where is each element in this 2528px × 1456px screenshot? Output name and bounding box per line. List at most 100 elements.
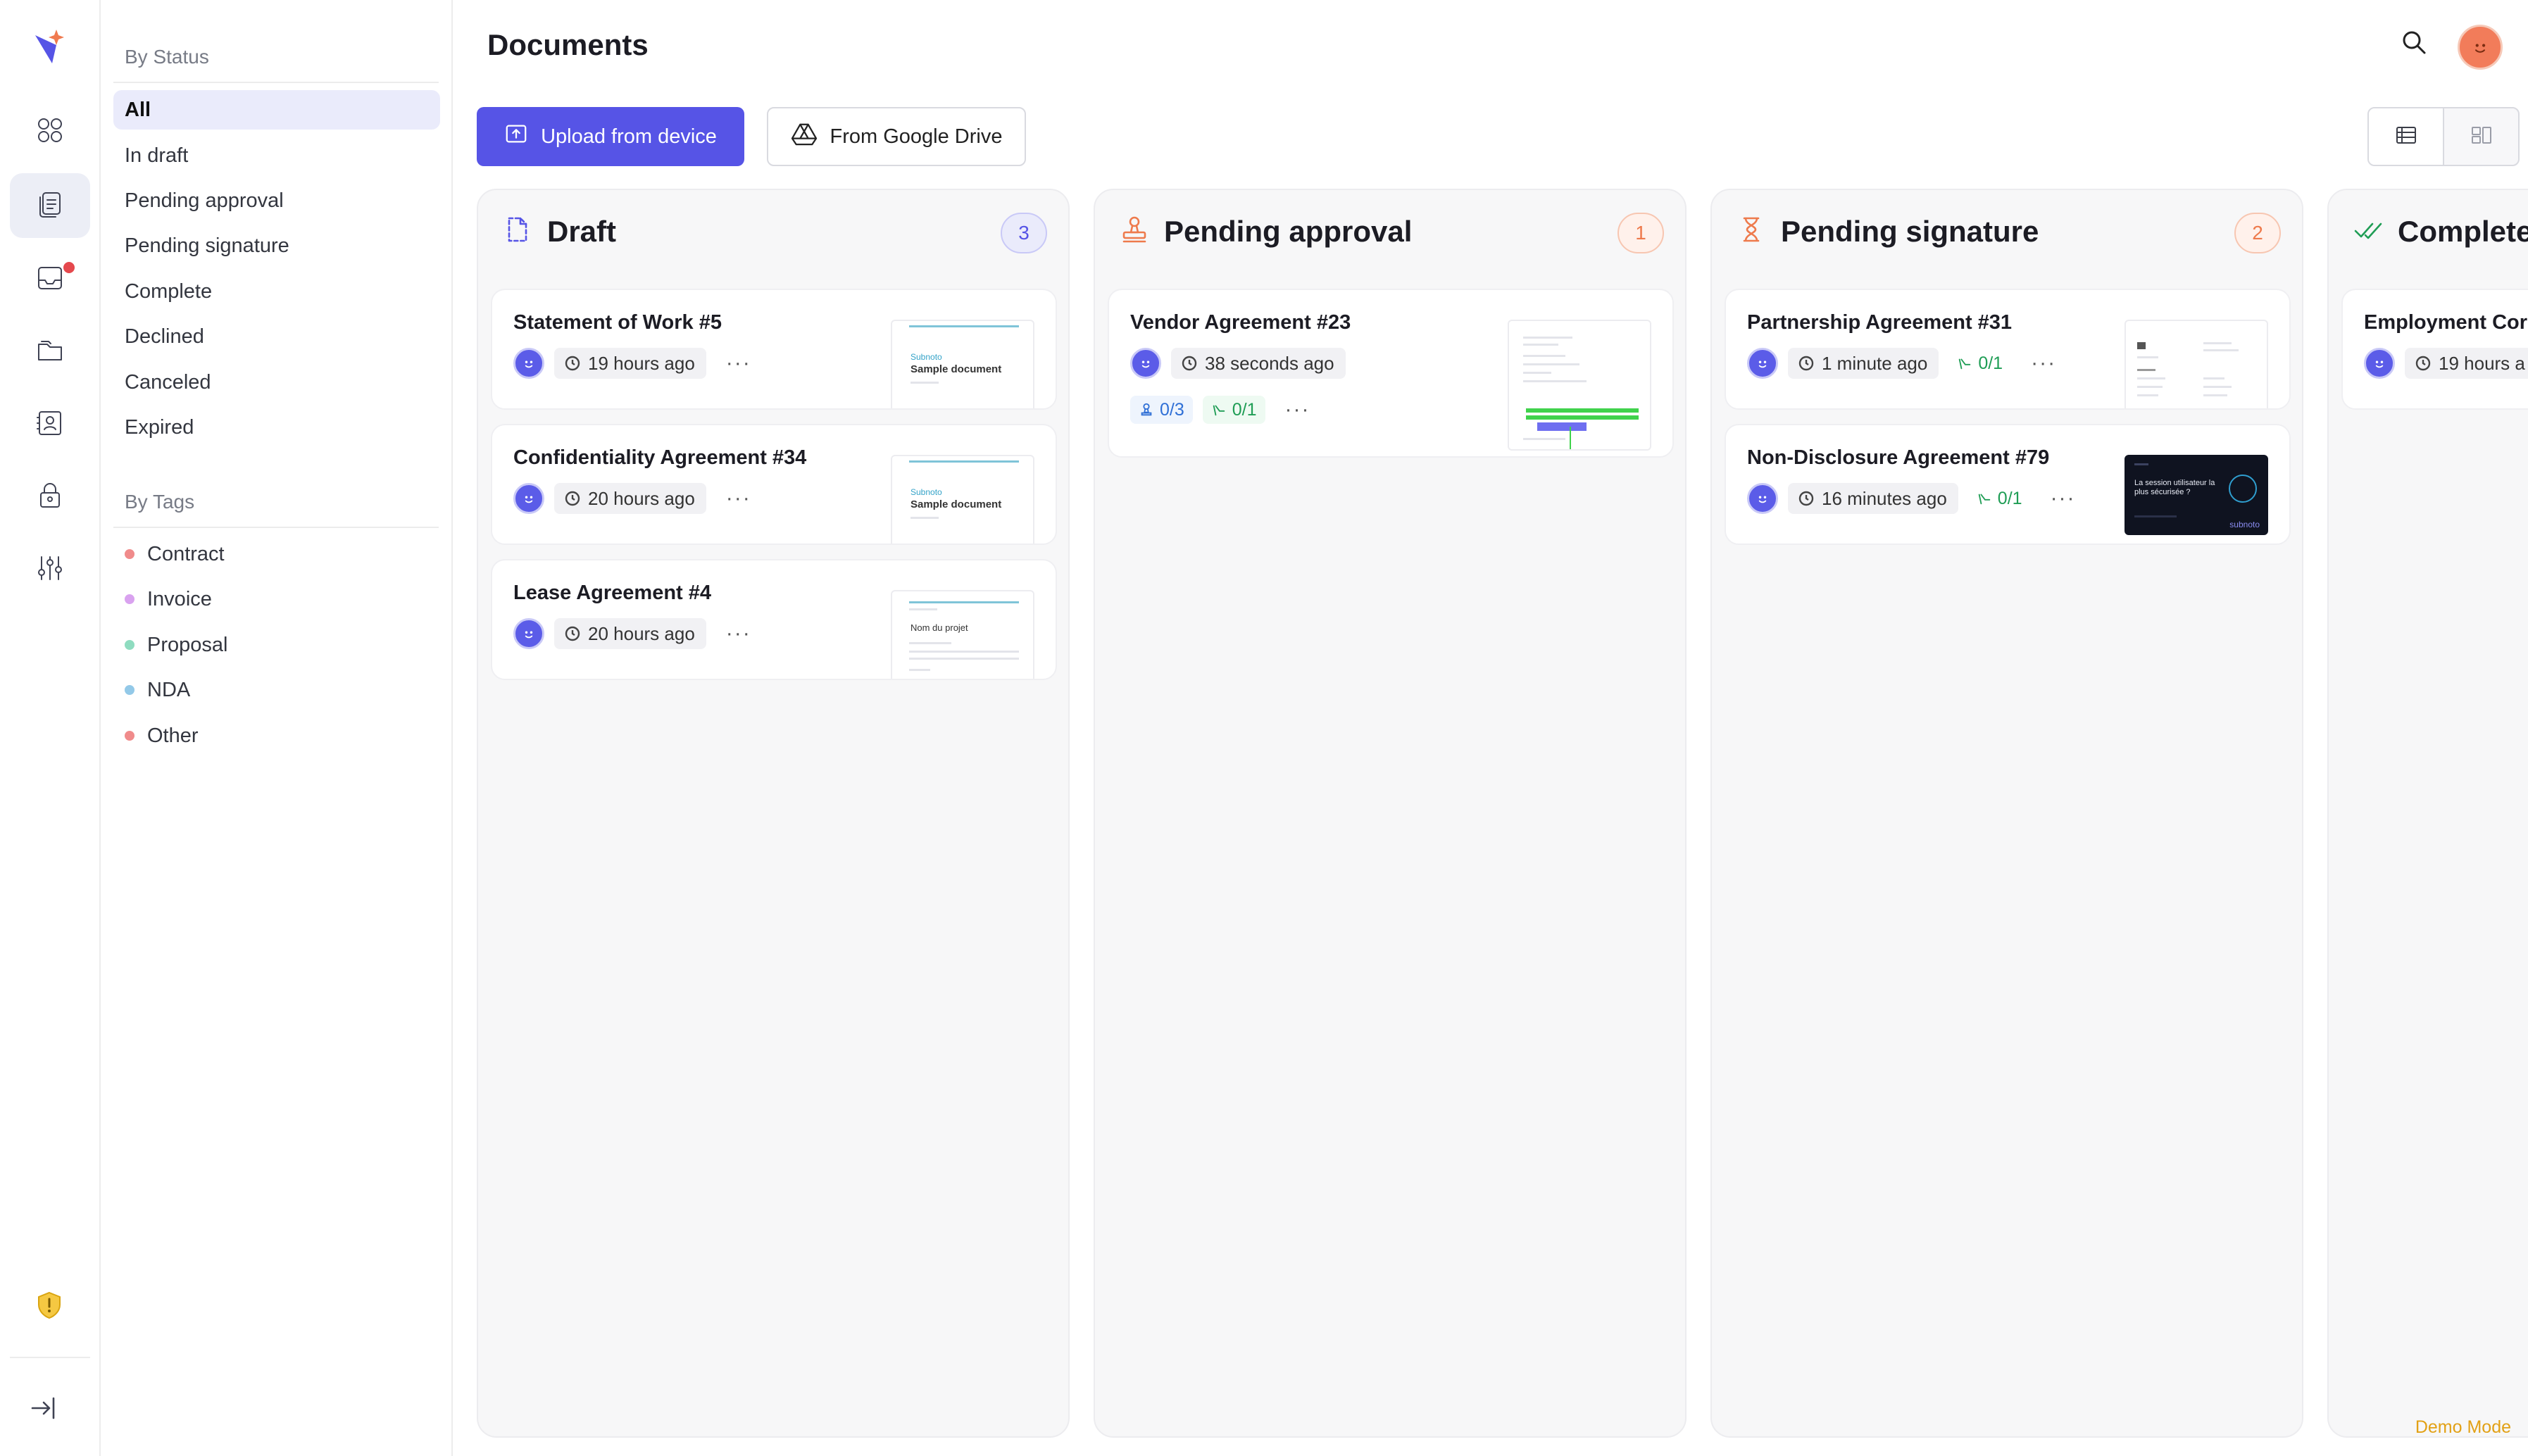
clock-icon bbox=[1182, 356, 1197, 371]
filter-status-pending-signature[interactable]: Pending signature bbox=[113, 226, 440, 265]
app-logo[interactable] bbox=[31, 24, 70, 66]
rail-folders[interactable] bbox=[10, 319, 90, 384]
filter-status-expired[interactable]: Expired bbox=[113, 408, 440, 447]
thumb-line bbox=[2137, 356, 2158, 358]
document-card[interactable]: Confidentiality Agreement #34 20 hours a… bbox=[491, 424, 1057, 545]
thumb-headline: La session utilisateur la plus sécurisée… bbox=[2134, 479, 2215, 496]
document-card[interactable]: Vendor Agreement #23 38 seconds ago 0/3 … bbox=[1108, 289, 1674, 458]
user-avatar[interactable] bbox=[2458, 25, 2503, 70]
document-thumbnail bbox=[2125, 320, 2268, 408]
filter-tag-proposal[interactable]: Proposal bbox=[113, 625, 440, 665]
document-card[interactable]: Statement of Work #5 19 hours ago ··· Su… bbox=[491, 289, 1057, 410]
thumb-comment bbox=[1537, 422, 1587, 431]
rail-settings[interactable] bbox=[10, 537, 90, 602]
filter-label: Pending approval bbox=[125, 189, 284, 212]
from-google-drive-button[interactable]: From Google Drive bbox=[767, 107, 1026, 166]
tag-label: Other bbox=[147, 724, 199, 747]
filter-tag-contract[interactable]: Contract bbox=[113, 534, 440, 574]
filter-tag-other[interactable]: Other bbox=[113, 716, 440, 755]
thumb-line bbox=[2203, 377, 2224, 379]
thumb-brand: Subnoto bbox=[911, 487, 942, 497]
thumb-line bbox=[2137, 377, 2165, 379]
rail-security[interactable] bbox=[10, 465, 90, 529]
sliders-icon bbox=[35, 553, 65, 587]
grid-icon bbox=[35, 115, 65, 149]
column-pending-approval: Pending approval 1 Vendor Agreement #23 … bbox=[1094, 189, 1687, 1438]
clock-icon bbox=[1798, 356, 1814, 371]
filter-status-complete[interactable]: Complete bbox=[113, 272, 440, 311]
column-title: Pending signature bbox=[1781, 214, 2039, 248]
upload-from-device-button[interactable]: Upload from device bbox=[477, 107, 744, 166]
thumb-line bbox=[909, 325, 1019, 327]
time-chip: 20 hours ago bbox=[554, 483, 706, 514]
notification-dot bbox=[63, 262, 75, 273]
filter-status-pending-approval[interactable]: Pending approval bbox=[113, 181, 440, 220]
tag-dot bbox=[125, 731, 134, 741]
kanban-board: Draft 3 Statement of Work #5 19 hours ag… bbox=[477, 189, 2528, 1438]
board-view-button[interactable] bbox=[2444, 108, 2518, 165]
document-card[interactable]: Partnership Agreement #31 1 minute ago 0… bbox=[1725, 289, 2291, 410]
filter-label: Complete bbox=[125, 280, 213, 303]
more-options-button[interactable]: ··· bbox=[716, 351, 761, 375]
document-thumbnail: Nom du projet bbox=[891, 590, 1034, 679]
time-chip: 38 seconds ago bbox=[1171, 348, 1346, 379]
thumb-line bbox=[1523, 438, 1565, 440]
gdrive-label: From Google Drive bbox=[830, 125, 1003, 148]
owner-avatar bbox=[1747, 483, 1778, 514]
column-title: Draft bbox=[547, 214, 617, 248]
document-card[interactable]: Employment Cor 19 hours a bbox=[2341, 289, 2528, 410]
thumb-line bbox=[2203, 349, 2239, 351]
more-options-button[interactable]: ··· bbox=[716, 622, 761, 646]
filter-status-declined[interactable]: Declined bbox=[113, 317, 440, 356]
rail-documents[interactable] bbox=[10, 173, 90, 238]
tag-label: Proposal bbox=[147, 633, 228, 656]
rail-dashboard[interactable] bbox=[10, 99, 90, 164]
more-options-button[interactable]: ··· bbox=[2021, 351, 2066, 375]
list-view-icon bbox=[2394, 123, 2419, 151]
card-title: Confidentiality Agreement #34 bbox=[513, 446, 807, 469]
clock-icon bbox=[1798, 491, 1814, 506]
thumb-doc-title: Sample document bbox=[911, 498, 1002, 510]
thumb-highlight bbox=[1526, 415, 1639, 420]
filter-tag-nda[interactable]: NDA bbox=[113, 670, 440, 710]
rail-contacts[interactable] bbox=[10, 392, 90, 457]
signature-icon bbox=[1959, 358, 1971, 370]
more-options-button[interactable]: ··· bbox=[1275, 398, 1320, 422]
owner-avatar bbox=[513, 483, 544, 514]
thumb-ring bbox=[2229, 475, 2257, 503]
collapse-sidebar-icon[interactable] bbox=[28, 1393, 59, 1424]
time-chip: 20 hours ago bbox=[554, 618, 706, 649]
tag-label: Contract bbox=[147, 542, 225, 565]
list-view-button[interactable] bbox=[2369, 108, 2444, 165]
more-options-button[interactable]: ··· bbox=[2041, 487, 2086, 510]
search-icon bbox=[2400, 31, 2428, 59]
signature-icon bbox=[1978, 494, 1991, 505]
filter-status-canceled[interactable]: Canceled bbox=[113, 363, 440, 402]
tag-dot bbox=[125, 549, 134, 559]
filter-tag-invoice[interactable]: Invoice bbox=[113, 579, 440, 619]
thumb-line bbox=[2203, 386, 2232, 388]
owner-avatar bbox=[1747, 348, 1778, 379]
upload-icon bbox=[504, 122, 528, 151]
thumb-line bbox=[1523, 363, 1579, 365]
card-title: Statement of Work #5 bbox=[513, 311, 722, 334]
page-title: Documents bbox=[487, 28, 649, 61]
rail-inbox[interactable] bbox=[10, 246, 90, 311]
filter-label: In draft bbox=[125, 144, 189, 167]
board-view-icon bbox=[2469, 123, 2494, 151]
tags-section-title: By Tags bbox=[125, 491, 195, 513]
document-card[interactable]: Lease Agreement #4 20 hours ago ··· Nom … bbox=[491, 559, 1057, 680]
contact-card-icon bbox=[35, 408, 65, 442]
search-button[interactable] bbox=[2400, 28, 2434, 62]
more-options-button[interactable]: ··· bbox=[716, 487, 761, 510]
time-label: 19 hours ago bbox=[588, 352, 695, 374]
view-toggle bbox=[2367, 107, 2520, 166]
filter-status-all[interactable]: All bbox=[113, 90, 440, 130]
filter-label: Expired bbox=[125, 415, 194, 439]
avatar-face-icon bbox=[2474, 44, 2486, 53]
shield-warning-icon[interactable] bbox=[34, 1290, 65, 1321]
double-check-icon bbox=[2353, 214, 2384, 249]
filter-status-in-draft[interactable]: In draft bbox=[113, 136, 440, 175]
column-complete: Complete Employment Cor 19 hours a bbox=[2327, 189, 2528, 1438]
document-card[interactable]: Non-Disclosure Agreement #79 16 minutes … bbox=[1725, 424, 2291, 545]
